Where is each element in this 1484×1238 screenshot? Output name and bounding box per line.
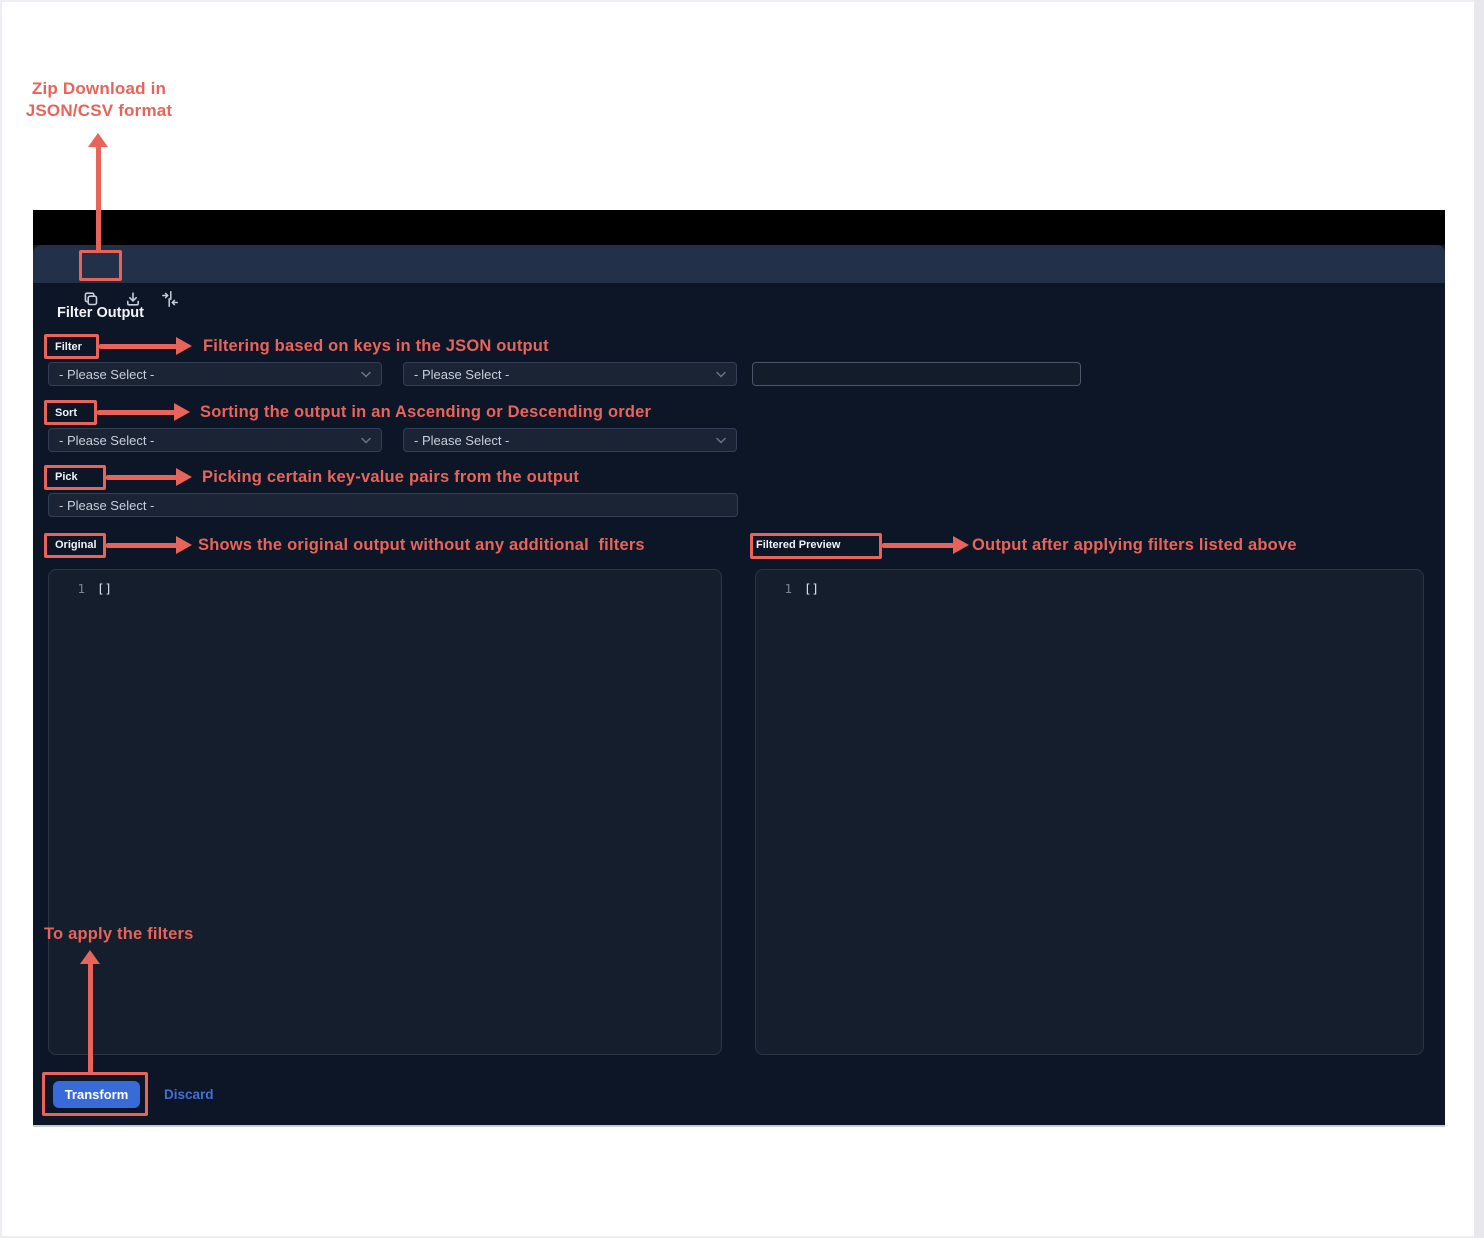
arrow-right-icon: [174, 403, 190, 421]
filter-key-select[interactable]: - Please Select -: [48, 362, 382, 386]
annotation-box-filter: [44, 334, 99, 359]
pick-select[interactable]: - Please Select -: [48, 493, 738, 517]
annotation-original-note: Shows the original output without any ad…: [198, 536, 645, 555]
chevron-down-icon: [361, 437, 371, 444]
collapse-icon[interactable]: [157, 286, 183, 312]
panel-toolbar: [33, 245, 1445, 283]
annotation-sort-note: Sorting the output in an Ascending or De…: [200, 403, 651, 422]
scrollbar[interactable]: [1474, 0, 1484, 1238]
annotation-arrow-line: [96, 146, 101, 252]
annotation-zip-download: Zip Download in JSON/CSV format: [19, 78, 179, 121]
arrow-up-icon: [88, 133, 108, 147]
annotation-arrow-line: [106, 475, 177, 480]
annotation-box-sort: [44, 400, 97, 425]
annotation-box-filtered-preview: [750, 533, 882, 559]
code-line: 1 []: [49, 570, 721, 596]
filtered-preview-code-editor[interactable]: 1 []: [755, 569, 1424, 1055]
arrow-right-icon: [176, 536, 192, 554]
pick-select-value: - Please Select -: [59, 498, 154, 513]
page-title: Filter Output: [57, 305, 144, 321]
annotation-arrow-line: [88, 963, 93, 1073]
sort-key-select-value: - Please Select -: [59, 433, 154, 448]
chevron-down-icon: [361, 371, 371, 378]
annotation-arrow-line: [882, 543, 954, 548]
code-text: []: [804, 581, 819, 596]
arrow-up-icon: [80, 950, 100, 964]
line-number: 1: [49, 581, 85, 596]
sort-key-select[interactable]: - Please Select -: [48, 428, 382, 452]
annotation-box-original: [44, 533, 106, 558]
window-top-bar: [33, 210, 1445, 245]
chevron-down-icon: [716, 371, 726, 378]
annotation-arrow-line: [97, 410, 175, 415]
line-number: 1: [756, 581, 792, 596]
arrow-right-icon: [953, 536, 969, 554]
sort-order-select[interactable]: - Please Select -: [403, 428, 737, 452]
chevron-down-icon: [716, 437, 726, 444]
filter-condition-select-value: - Please Select -: [414, 367, 509, 382]
screenshot-root: Filter Output Filter - Please Select - -…: [0, 0, 1484, 1238]
annotation-pick-note: Picking certain key-value pairs from the…: [202, 468, 579, 487]
code-text: []: [97, 581, 112, 596]
filter-condition-select[interactable]: - Please Select -: [403, 362, 737, 386]
annotation-box-pick: [44, 465, 106, 490]
annotation-box-transform: [42, 1072, 148, 1116]
annotation-arrow-line: [106, 543, 177, 548]
original-code-editor[interactable]: 1 []: [48, 569, 722, 1055]
code-line: 1 []: [756, 570, 1423, 596]
filter-key-select-value: - Please Select -: [59, 367, 154, 382]
discard-link[interactable]: Discard: [164, 1087, 214, 1102]
arrow-right-icon: [176, 468, 192, 486]
annotation-filter-note: Filtering based on keys in the JSON outp…: [203, 337, 549, 356]
annotation-box-download: [79, 250, 122, 281]
annotation-apply-note: To apply the filters: [44, 925, 193, 944]
filter-value-input[interactable]: [752, 362, 1081, 386]
arrow-right-icon: [176, 337, 192, 355]
annotation-arrow-line: [99, 344, 177, 349]
sort-order-select-value: - Please Select -: [414, 433, 509, 448]
annotation-filtered-preview-note: Output after applying filters listed abo…: [972, 536, 1297, 555]
